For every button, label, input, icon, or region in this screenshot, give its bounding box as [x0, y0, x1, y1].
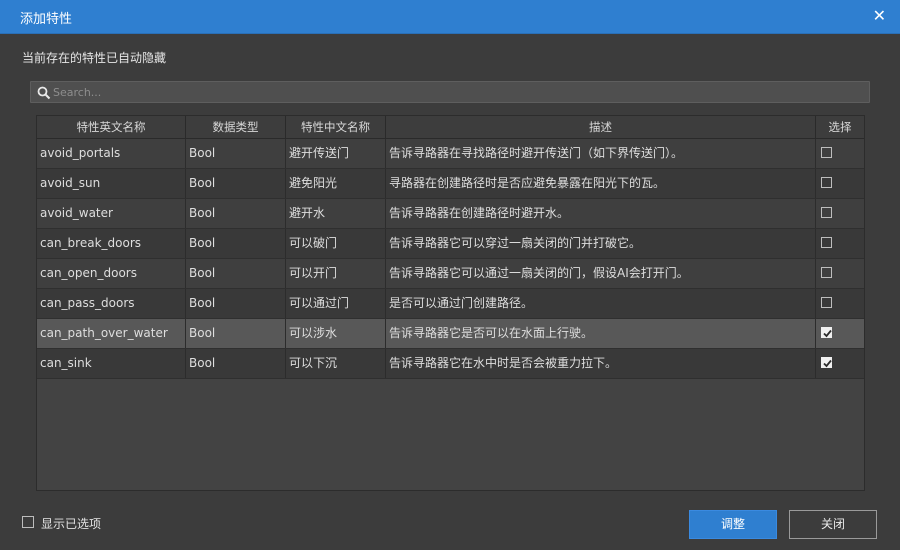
cell-english-name: can_pass_doors: [37, 289, 186, 318]
cell-select: [816, 259, 864, 288]
search-input[interactable]: [53, 82, 853, 102]
close-icon[interactable]: ✕: [873, 6, 886, 25]
cell-select: [816, 139, 864, 168]
cell-chinese-name: 可以下沉: [286, 349, 386, 378]
table-row[interactable]: avoid_portals Bool 避开传送门 告诉寻路器在寻找路径时避开传送门（如…: [37, 139, 864, 169]
checkmark-icon: [823, 329, 832, 338]
title-bar: 添加特性 ✕: [0, 0, 900, 34]
cell-english-name: avoid_water: [37, 199, 186, 228]
cell-select: [816, 229, 864, 258]
column-header-english-name[interactable]: 特性英文名称: [37, 116, 186, 138]
table-row[interactable]: can_path_over_water Bool 可以涉水 告诉寻路器它是否可以在水面…: [37, 319, 864, 349]
table-row[interactable]: can_break_doors Bool 可以破门 告诉寻路器它可以穿过一扇关闭的门并…: [37, 229, 864, 259]
search-icon: [37, 85, 51, 100]
cell-chinese-name: 可以通过门: [286, 289, 386, 318]
cell-data-type: Bool: [186, 349, 286, 378]
table-row[interactable]: can_sink Bool 可以下沉 告诉寻路器它在水中时是否会被重力拉下。: [37, 349, 864, 379]
cell-description: 告诉寻路器它可以穿过一扇关闭的门并打破它。: [386, 229, 816, 258]
table-row[interactable]: avoid_sun Bool 避免阳光 寻路器在创建路径时是否应避免暴露在阳光下的瓦。: [37, 169, 864, 199]
column-header-data-type[interactable]: 数据类型: [186, 116, 286, 138]
select-checkbox[interactable]: [821, 267, 832, 278]
cell-english-name: avoid_portals: [37, 139, 186, 168]
table-row[interactable]: can_open_doors Bool 可以开门 告诉寻路器它可以通过一扇关闭的门，假…: [37, 259, 864, 289]
cell-description: 是否可以通过门创建路径。: [386, 289, 816, 318]
cell-description: 告诉寻路器它可以通过一扇关闭的门，假设AI会打开门。: [386, 259, 816, 288]
table-header: 特性英文名称 数据类型 特性中文名称 描述 选择: [37, 116, 864, 139]
column-header-description[interactable]: 描述: [386, 116, 816, 138]
select-checkbox[interactable]: [821, 327, 832, 338]
close-button[interactable]: 关闭: [789, 510, 877, 539]
select-checkbox[interactable]: [821, 237, 832, 248]
cell-description: 告诉寻路器在创建路径时避开水。: [386, 199, 816, 228]
cell-data-type: Bool: [186, 259, 286, 288]
table-row[interactable]: avoid_water Bool 避开水 告诉寻路器在创建路径时避开水。: [37, 199, 864, 229]
cell-chinese-name: 可以开门: [286, 259, 386, 288]
cell-english-name: can_path_over_water: [37, 319, 186, 348]
cell-select: [816, 349, 864, 378]
column-header-select[interactable]: 选择: [816, 116, 864, 138]
cell-description: 告诉寻路器在寻找路径时避开传送门（如下界传送门）。: [386, 139, 816, 168]
table-row[interactable]: can_pass_doors Bool 可以通过门 是否可以通过门创建路径。: [37, 289, 864, 319]
show-selected-checkbox[interactable]: [22, 516, 34, 528]
traits-table: 特性英文名称 数据类型 特性中文名称 描述 选择 avoid_portals Bo…: [36, 115, 865, 491]
cell-data-type: Bool: [186, 169, 286, 198]
select-checkbox[interactable]: [821, 147, 832, 158]
cell-select: [816, 169, 864, 198]
cell-chinese-name: 可以涉水: [286, 319, 386, 348]
column-header-chinese-name[interactable]: 特性中文名称: [286, 116, 386, 138]
cell-description: 告诉寻路器它在水中时是否会被重力拉下。: [386, 349, 816, 378]
cell-description: 寻路器在创建路径时是否应避免暴露在阳光下的瓦。: [386, 169, 816, 198]
cell-data-type: Bool: [186, 139, 286, 168]
window-title: 添加特性: [20, 12, 73, 27]
cell-select: [816, 289, 864, 318]
checkmark-icon: [823, 359, 832, 368]
cell-data-type: Bool: [186, 199, 286, 228]
cell-description: 告诉寻路器它是否可以在水面上行驶。: [386, 319, 816, 348]
select-checkbox[interactable]: [821, 357, 832, 368]
cell-select: [816, 319, 864, 348]
select-checkbox[interactable]: [821, 207, 832, 218]
cell-select: [816, 199, 864, 228]
cell-english-name: avoid_sun: [37, 169, 186, 198]
cell-chinese-name: 避免阳光: [286, 169, 386, 198]
cell-english-name: can_break_doors: [37, 229, 186, 258]
select-checkbox[interactable]: [821, 297, 832, 308]
cell-chinese-name: 可以破门: [286, 229, 386, 258]
cell-english-name: can_open_doors: [37, 259, 186, 288]
cell-data-type: Bool: [186, 229, 286, 258]
show-selected-label: 显示已选项: [41, 517, 102, 531]
select-checkbox[interactable]: [821, 177, 832, 188]
cell-chinese-name: 避开传送门: [286, 139, 386, 168]
cell-data-type: Bool: [186, 319, 286, 348]
adjust-button[interactable]: 调整: [689, 510, 777, 539]
search-box[interactable]: [30, 81, 870, 103]
cell-chinese-name: 避开水: [286, 199, 386, 228]
cell-english-name: can_sink: [37, 349, 186, 378]
hint-text: 当前存在的特性已自动隐藏: [22, 51, 167, 65]
cell-data-type: Bool: [186, 289, 286, 318]
